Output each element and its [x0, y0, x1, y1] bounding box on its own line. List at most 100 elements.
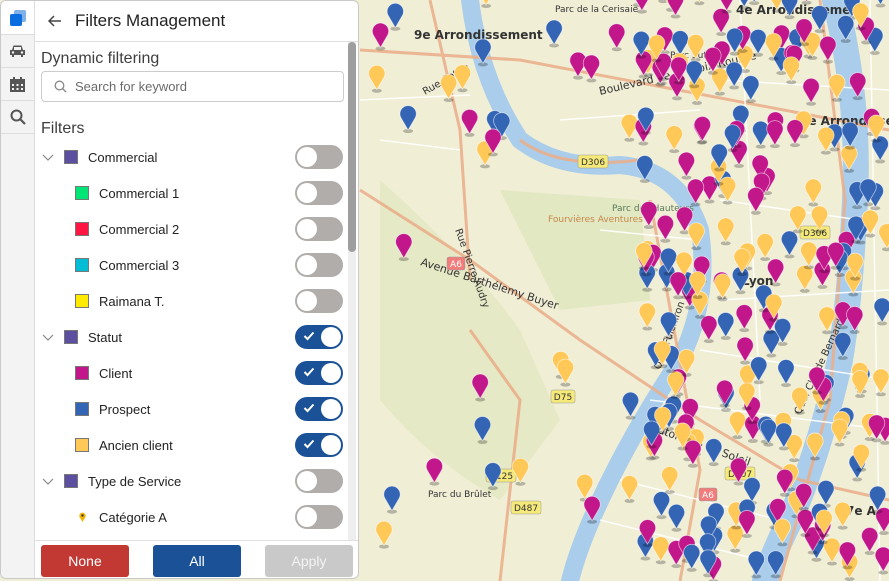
check-icon	[303, 367, 315, 377]
toggle-knob	[297, 471, 317, 491]
chevron-down-icon[interactable]	[41, 154, 55, 161]
toggle-knob	[321, 435, 341, 455]
filter-row: Client	[35, 355, 347, 391]
arrow-left-icon	[48, 15, 61, 27]
back-button[interactable]	[37, 15, 73, 27]
layers-icon	[9, 9, 26, 26]
filter-label: Type de Service	[88, 473, 182, 489]
color-swatch	[75, 294, 89, 308]
color-swatch	[64, 474, 78, 488]
color-swatch	[75, 186, 89, 200]
svg-text:D306: D306	[581, 158, 605, 168]
filter-label: Commercial 3	[99, 257, 180, 273]
filter-label: Client	[99, 365, 133, 381]
filter-label: Commercial	[88, 149, 158, 165]
color-swatch	[75, 402, 89, 416]
filter-row: Type de Service	[35, 463, 347, 499]
panel-header: Filters Management	[35, 1, 358, 42]
toggle-knob	[297, 255, 317, 275]
filter-row: Statut	[35, 319, 347, 355]
rail-calendar[interactable]	[1, 68, 34, 101]
rail-layers[interactable]	[1, 1, 34, 35]
apply-button[interactable]: Apply	[265, 545, 353, 577]
road-badge: D75	[550, 389, 576, 404]
panel-footer: None All Apply	[35, 540, 358, 578]
dynamic-filtering-heading: Dynamic filtering	[41, 50, 160, 67]
rail-search[interactable]	[1, 101, 34, 134]
car-icon	[10, 45, 25, 57]
color-swatch	[75, 258, 89, 272]
color-swatch	[64, 150, 78, 164]
chevron-down-icon[interactable]	[41, 478, 55, 485]
toggle-knob	[297, 291, 317, 311]
rail-car[interactable]	[1, 35, 34, 68]
filter-toggle[interactable]	[295, 181, 343, 205]
road-badge: D487	[510, 500, 542, 515]
page-title: Filters Management	[75, 11, 226, 30]
filter-toggle[interactable]	[295, 433, 343, 457]
svg-text:A6: A6	[450, 260, 462, 270]
filter-toggle[interactable]	[295, 217, 343, 241]
map-label: Parc de la Cerisaie	[555, 5, 639, 15]
filter-toggle[interactable]	[295, 397, 343, 421]
calendar-icon	[10, 76, 25, 92]
filter-toggle[interactable]	[295, 325, 343, 349]
color-swatch	[75, 438, 89, 452]
svg-text:A6: A6	[702, 491, 714, 501]
map-pin-icon	[75, 512, 89, 522]
toggle-knob	[321, 327, 341, 347]
filter-row: Raimana T.	[35, 283, 347, 319]
toggle-knob	[321, 399, 341, 419]
toggle-knob	[297, 147, 317, 167]
color-swatch	[75, 366, 89, 380]
toggle-knob	[321, 363, 341, 383]
filter-toggle[interactable]	[295, 469, 343, 493]
filter-label: Commercial 2	[99, 221, 180, 237]
svg-text:D487: D487	[514, 504, 538, 514]
filter-row: Commercial 3	[35, 247, 347, 283]
none-button[interactable]: None	[41, 545, 129, 577]
road-badge: D306	[577, 154, 609, 169]
filter-row: Commercial 2	[35, 211, 347, 247]
road-badge: A6	[446, 256, 466, 271]
filter-toggle[interactable]	[295, 289, 343, 313]
check-icon	[303, 439, 315, 449]
filter-row: Ancien client	[35, 427, 347, 463]
search-icon	[10, 109, 26, 125]
chevron-down-icon[interactable]	[41, 334, 55, 341]
filters-content: Dynamic filtering Filters Commercial Comm…	[35, 42, 347, 540]
filter-label: Catégorie A	[99, 509, 167, 525]
filter-row: Commercial 1	[35, 175, 347, 211]
filter-label: Raimana T.	[99, 293, 165, 309]
search-field[interactable]	[41, 71, 344, 102]
filter-toggle[interactable]	[295, 505, 343, 529]
filter-label: Prospect	[99, 401, 151, 417]
svg-text:D75: D75	[554, 393, 572, 403]
filters-panel: Filters Management Dynamic filtering Fil…	[0, 0, 359, 579]
filter-row: Catégorie A	[35, 499, 347, 535]
toggle-knob	[297, 219, 317, 239]
filter-toggle[interactable]	[295, 253, 343, 277]
color-swatch	[75, 222, 89, 236]
search-input[interactable]	[73, 78, 327, 95]
color-swatch	[64, 330, 78, 344]
map-label: Fourvières Aventures	[548, 214, 643, 225]
search-icon	[54, 80, 67, 93]
filters-heading: Filters	[41, 120, 85, 137]
filter-label: Ancien client	[99, 437, 173, 453]
road-badge: D306	[799, 225, 831, 240]
filter-toggle[interactable]	[295, 145, 343, 169]
scrollbar[interactable]	[348, 42, 356, 540]
filter-toggle[interactable]	[295, 361, 343, 385]
toggle-knob	[297, 507, 317, 527]
check-icon	[303, 331, 315, 341]
toggle-knob	[297, 183, 317, 203]
filter-row: Commercial	[35, 139, 347, 175]
road-badge: A6	[698, 487, 718, 502]
filter-label: Statut	[88, 329, 122, 345]
map-label: Parc du Brûlet	[428, 490, 492, 500]
check-icon	[303, 403, 315, 413]
scrollbar-thumb[interactable]	[348, 42, 356, 252]
all-button[interactable]: All	[153, 545, 241, 577]
filter-label: Commercial 1	[99, 185, 180, 201]
